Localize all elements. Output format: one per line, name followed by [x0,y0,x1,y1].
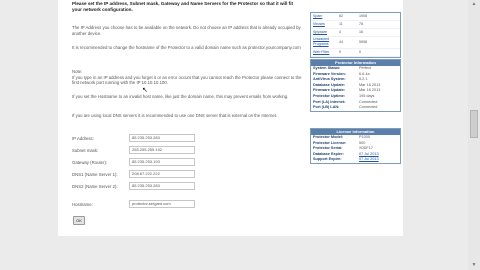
ip-address-input[interactable]: 85.235.253.283 [129,134,195,142]
paragraph-ip-warning: Note: If you type in an IP address and y… [72,69,302,86]
stats-link-viruses[interactable]: Viruses [311,21,339,28]
stats-row: Unwanted Programs 44 5958 [311,37,400,49]
hostname-input[interactable]: protector.sergant.com [129,200,195,208]
ok-button[interactable]: OK [73,216,85,225]
info-row: Port (LB) LAN: Connected [313,105,378,110]
stats-row: Web Filter 9 0 [311,49,400,57]
paragraph-ip-note: The IP Address you choose has to be avai… [72,25,301,36]
scroll-thumb[interactable] [470,110,478,138]
stats-row: Viruses 11 78 [311,21,400,29]
dns2-input[interactable]: 85.235.253.283 [129,182,195,190]
stats-link-web-filter[interactable]: Web Filter [311,49,339,56]
license-row: Support Expire: 07 Jul 2013 [311,157,400,163]
subnet-mask-input[interactable]: 255.255.255.192 [129,146,195,154]
support-expire-link[interactable]: 07 Jul 2013 [359,157,400,163]
protector-info-panel: Protector Information System Status: Perf… [310,59,401,112]
stats-row: Spyware 4 16 [311,29,400,37]
vertical-scrollbar[interactable]: ▲ ▼ [468,0,480,270]
mouse-cursor-icon: ↖ [142,87,148,94]
stats-panel: Spam 82 1908 Viruses 11 78 Spyware 4 16 Unwant… [310,12,401,58]
dns1-input[interactable]: 208.67.222.222 [129,170,195,178]
stats-row: Spam 82 1908 [311,13,400,21]
scroll-up-icon[interactable]: ▲ [470,1,478,7]
dns2-label: DNS2 (Name Server 2): [72,184,118,189]
subnet-mask-label: Subnet mask: [72,148,99,153]
page-header: Please set the IP address, Subnet mask, … [72,1,294,12]
scroll-down-icon[interactable]: ▼ [470,262,478,268]
ip-address-label: IP Address: [72,136,94,141]
stats-link-spyware[interactable]: Spyware [311,29,339,36]
gateway-input[interactable]: 85.235.253.193 [129,158,195,166]
license-info-panel: License Information Protector Model: P100… [310,128,401,164]
hostname-label: Hostname: [72,202,93,207]
paragraph-hostname-note: It is recommended to change the hostname… [72,45,301,50]
stats-link-unwanted[interactable]: Unwanted Programs [311,37,339,48]
stats-link-spam[interactable]: Spam [311,13,339,20]
paragraph-dns-note: If you are using local DNS servers it is… [72,113,278,118]
dns1-label: DNS1 (Name Server 1): [72,172,118,177]
paragraph-invalid-hostname: If you set the Hostname to an invalid ho… [72,94,289,99]
gateway-label: Gateway (Router): [72,160,108,165]
